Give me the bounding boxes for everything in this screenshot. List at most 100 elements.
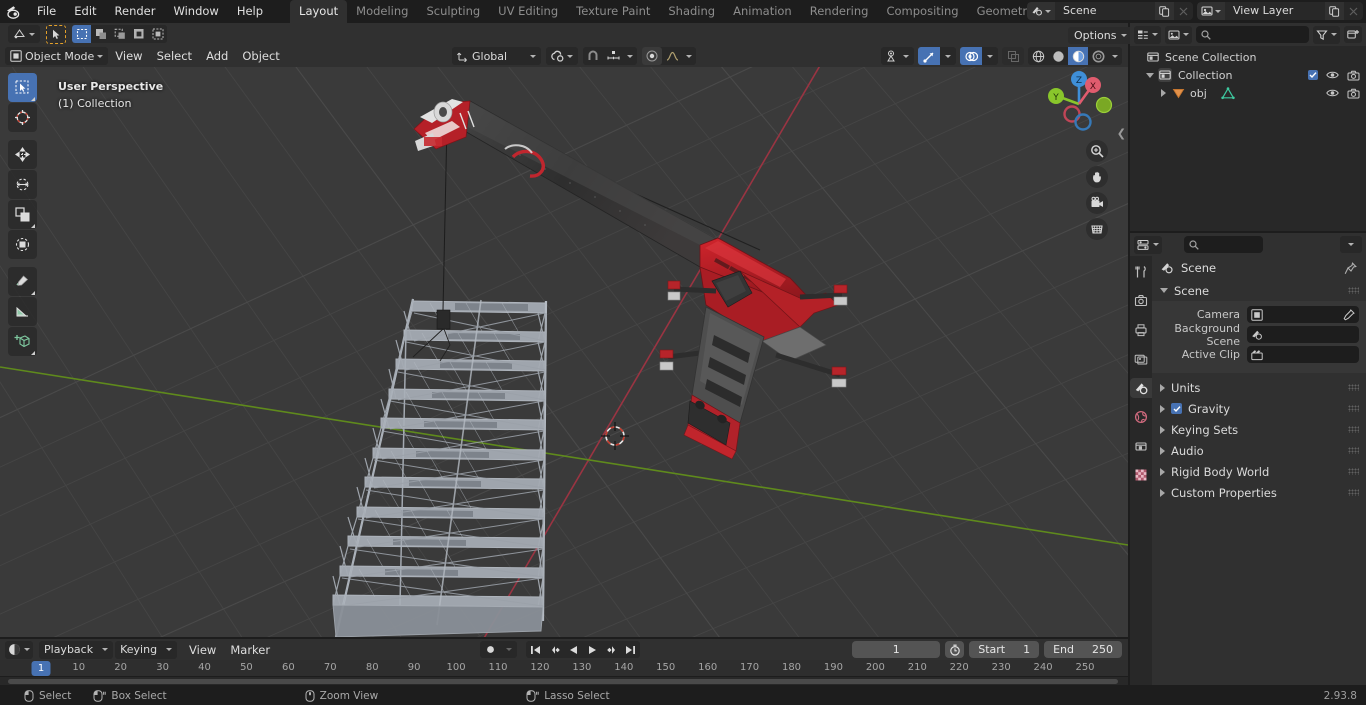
outliner-row-collection[interactable]: Collection bbox=[1130, 66, 1366, 84]
sidebar-toggle-arrow[interactable]: ❮ bbox=[1117, 127, 1126, 140]
jump-to-start-icon[interactable] bbox=[526, 641, 545, 658]
select-subtract-icon[interactable] bbox=[110, 25, 129, 43]
snap-to-control[interactable] bbox=[546, 47, 579, 65]
properties-tab-texture[interactable] bbox=[1130, 465, 1152, 485]
properties-tab-scene[interactable] bbox=[1130, 378, 1152, 398]
rotate-tool-icon[interactable] bbox=[8, 170, 37, 199]
menu-help[interactable]: Help bbox=[228, 2, 272, 21]
panel-header-scene[interactable]: Scene bbox=[1152, 280, 1366, 301]
transform-orientation-selector[interactable]: Global bbox=[452, 47, 542, 65]
timeline-playhead[interactable]: 1 bbox=[31, 661, 51, 676]
duplicate-icon[interactable] bbox=[1155, 2, 1174, 20]
magnet-icon[interactable] bbox=[583, 47, 603, 65]
solid-icon[interactable] bbox=[1048, 47, 1068, 65]
funnel-icon[interactable] bbox=[1313, 25, 1340, 44]
expander-down-icon[interactable] bbox=[1144, 72, 1155, 78]
properties-tab-object[interactable] bbox=[1130, 436, 1152, 456]
menu-render[interactable]: Render bbox=[106, 2, 165, 21]
smooth-falloff-icon[interactable] bbox=[662, 47, 682, 65]
object-visibility-icon[interactable] bbox=[881, 47, 914, 65]
panel-header-audio[interactable]: Audio bbox=[1152, 440, 1366, 461]
properties-options-chevron-down-icon[interactable] bbox=[1340, 236, 1362, 253]
panel-header-custom-properties[interactable]: Custom Properties bbox=[1152, 482, 1366, 503]
use-preview-range-icon[interactable] bbox=[945, 641, 965, 658]
move-tool-icon[interactable] bbox=[8, 140, 37, 169]
new-collection-icon[interactable] bbox=[1344, 26, 1362, 43]
rendered-icon[interactable] bbox=[1088, 47, 1108, 65]
prev-keyframe-icon[interactable] bbox=[545, 641, 564, 658]
record-keyframe-icon[interactable] bbox=[480, 641, 501, 658]
xray-toggle-icon[interactable] bbox=[1002, 47, 1024, 65]
view-layer-datablock[interactable]: View Layer bbox=[1197, 2, 1363, 20]
properties-editor-icon[interactable] bbox=[1134, 235, 1162, 254]
panel-header-gravity[interactable]: Gravity bbox=[1152, 398, 1366, 419]
workspace-tab-texture-paint[interactable]: Texture Paint bbox=[567, 0, 659, 23]
workspace-tab-modeling[interactable]: Modeling bbox=[347, 0, 417, 23]
keying-menu[interactable]: Keying bbox=[115, 640, 178, 659]
material-preview-icon[interactable] bbox=[1068, 47, 1088, 65]
chevron-down-icon[interactable] bbox=[1108, 47, 1122, 65]
chevron-down-icon[interactable] bbox=[501, 641, 517, 658]
properties-tab-tool[interactable] bbox=[1130, 262, 1152, 282]
measure-tool-icon[interactable] bbox=[8, 297, 37, 326]
chevron-down-icon[interactable] bbox=[940, 47, 956, 65]
viewport-menu-object[interactable]: Object bbox=[235, 47, 286, 65]
workspace-tab-shading[interactable]: Shading bbox=[659, 0, 724, 23]
current-frame-field[interactable]: 1 bbox=[852, 641, 941, 658]
workspace-tab-sculpting[interactable]: Sculpting bbox=[417, 0, 489, 23]
annotate-tool-icon[interactable] bbox=[8, 267, 37, 296]
select-box-icon[interactable] bbox=[72, 25, 91, 43]
panel-header-rigid-body-world[interactable]: Rigid Body World bbox=[1152, 461, 1366, 482]
chevron-down-icon[interactable] bbox=[982, 47, 998, 65]
options-button[interactable]: Options bbox=[1068, 27, 1134, 44]
add-cube-tool-icon[interactable] bbox=[8, 327, 37, 356]
camera-view-icon[interactable] bbox=[1086, 192, 1108, 214]
3d-viewport[interactable]: User Perspective (1) Collection Z Y X ❮ bbox=[0, 45, 1128, 637]
view-layer-icon[interactable] bbox=[1197, 2, 1225, 20]
snap-increment-icon[interactable] bbox=[603, 47, 623, 65]
workspace-tab-rendering[interactable]: Rendering bbox=[801, 0, 878, 23]
close-icon[interactable] bbox=[1174, 2, 1193, 20]
chevron-down-icon[interactable] bbox=[682, 47, 696, 65]
eyedropper-icon[interactable] bbox=[1343, 308, 1355, 321]
duplicate-icon[interactable] bbox=[1325, 2, 1344, 20]
cursor-tool-icon[interactable] bbox=[8, 103, 37, 132]
panel-header-units[interactable]: Units bbox=[1152, 377, 1366, 398]
tweak-tool-icon[interactable] bbox=[8, 73, 37, 102]
editor-type-3dview-icon[interactable] bbox=[8, 25, 40, 43]
select-invert-icon[interactable] bbox=[129, 25, 148, 43]
properties-search-input[interactable] bbox=[1184, 236, 1263, 253]
viewport-menu-add[interactable]: Add bbox=[199, 47, 235, 65]
next-keyframe-icon[interactable] bbox=[602, 641, 621, 658]
viewport-menu-select[interactable]: Select bbox=[150, 47, 199, 65]
pan-hand-icon[interactable] bbox=[1086, 166, 1108, 188]
timeline-menu-marker[interactable]: Marker bbox=[223, 641, 277, 659]
camera-render-icon[interactable] bbox=[1347, 88, 1360, 99]
timeline-editor-icon[interactable] bbox=[5, 640, 33, 659]
transform-tool-icon[interactable] bbox=[8, 230, 37, 259]
playback-menu[interactable]: Playback bbox=[39, 640, 114, 659]
outliner-display-icon[interactable] bbox=[1134, 25, 1161, 44]
zoom-icon[interactable] bbox=[1086, 140, 1108, 162]
jump-to-end-icon[interactable] bbox=[621, 641, 640, 658]
eye-icon[interactable] bbox=[1326, 88, 1339, 98]
frame-end-field[interactable]: End 250 bbox=[1044, 641, 1122, 658]
toggle-orthographic-icon[interactable] bbox=[1086, 218, 1108, 240]
outliner-filter-scene-icon[interactable] bbox=[1165, 25, 1192, 44]
menu-file[interactable]: File bbox=[28, 2, 65, 21]
properties-tab-world[interactable] bbox=[1130, 407, 1152, 427]
navigation-gizmo[interactable]: Z Y X bbox=[1040, 61, 1118, 139]
expander-right-icon[interactable] bbox=[1158, 89, 1169, 97]
active-tool-indicator[interactable] bbox=[46, 24, 66, 44]
outliner-row-obj[interactable]: obj bbox=[1130, 84, 1366, 102]
scale-tool-icon[interactable] bbox=[8, 200, 37, 229]
workspace-tab-uv-editing[interactable]: UV Editing bbox=[489, 0, 567, 23]
eye-icon[interactable] bbox=[1326, 70, 1339, 80]
properties-tab-view-layer[interactable] bbox=[1130, 349, 1152, 369]
workspace-tab-compositing[interactable]: Compositing bbox=[877, 0, 967, 23]
camera-field[interactable] bbox=[1247, 306, 1359, 323]
select-extend-icon[interactable] bbox=[91, 25, 110, 43]
scene-datablock[interactable]: Scene bbox=[1027, 2, 1193, 20]
play-reverse-icon[interactable] bbox=[564, 641, 583, 658]
collection-checkbox[interactable] bbox=[1308, 70, 1318, 80]
